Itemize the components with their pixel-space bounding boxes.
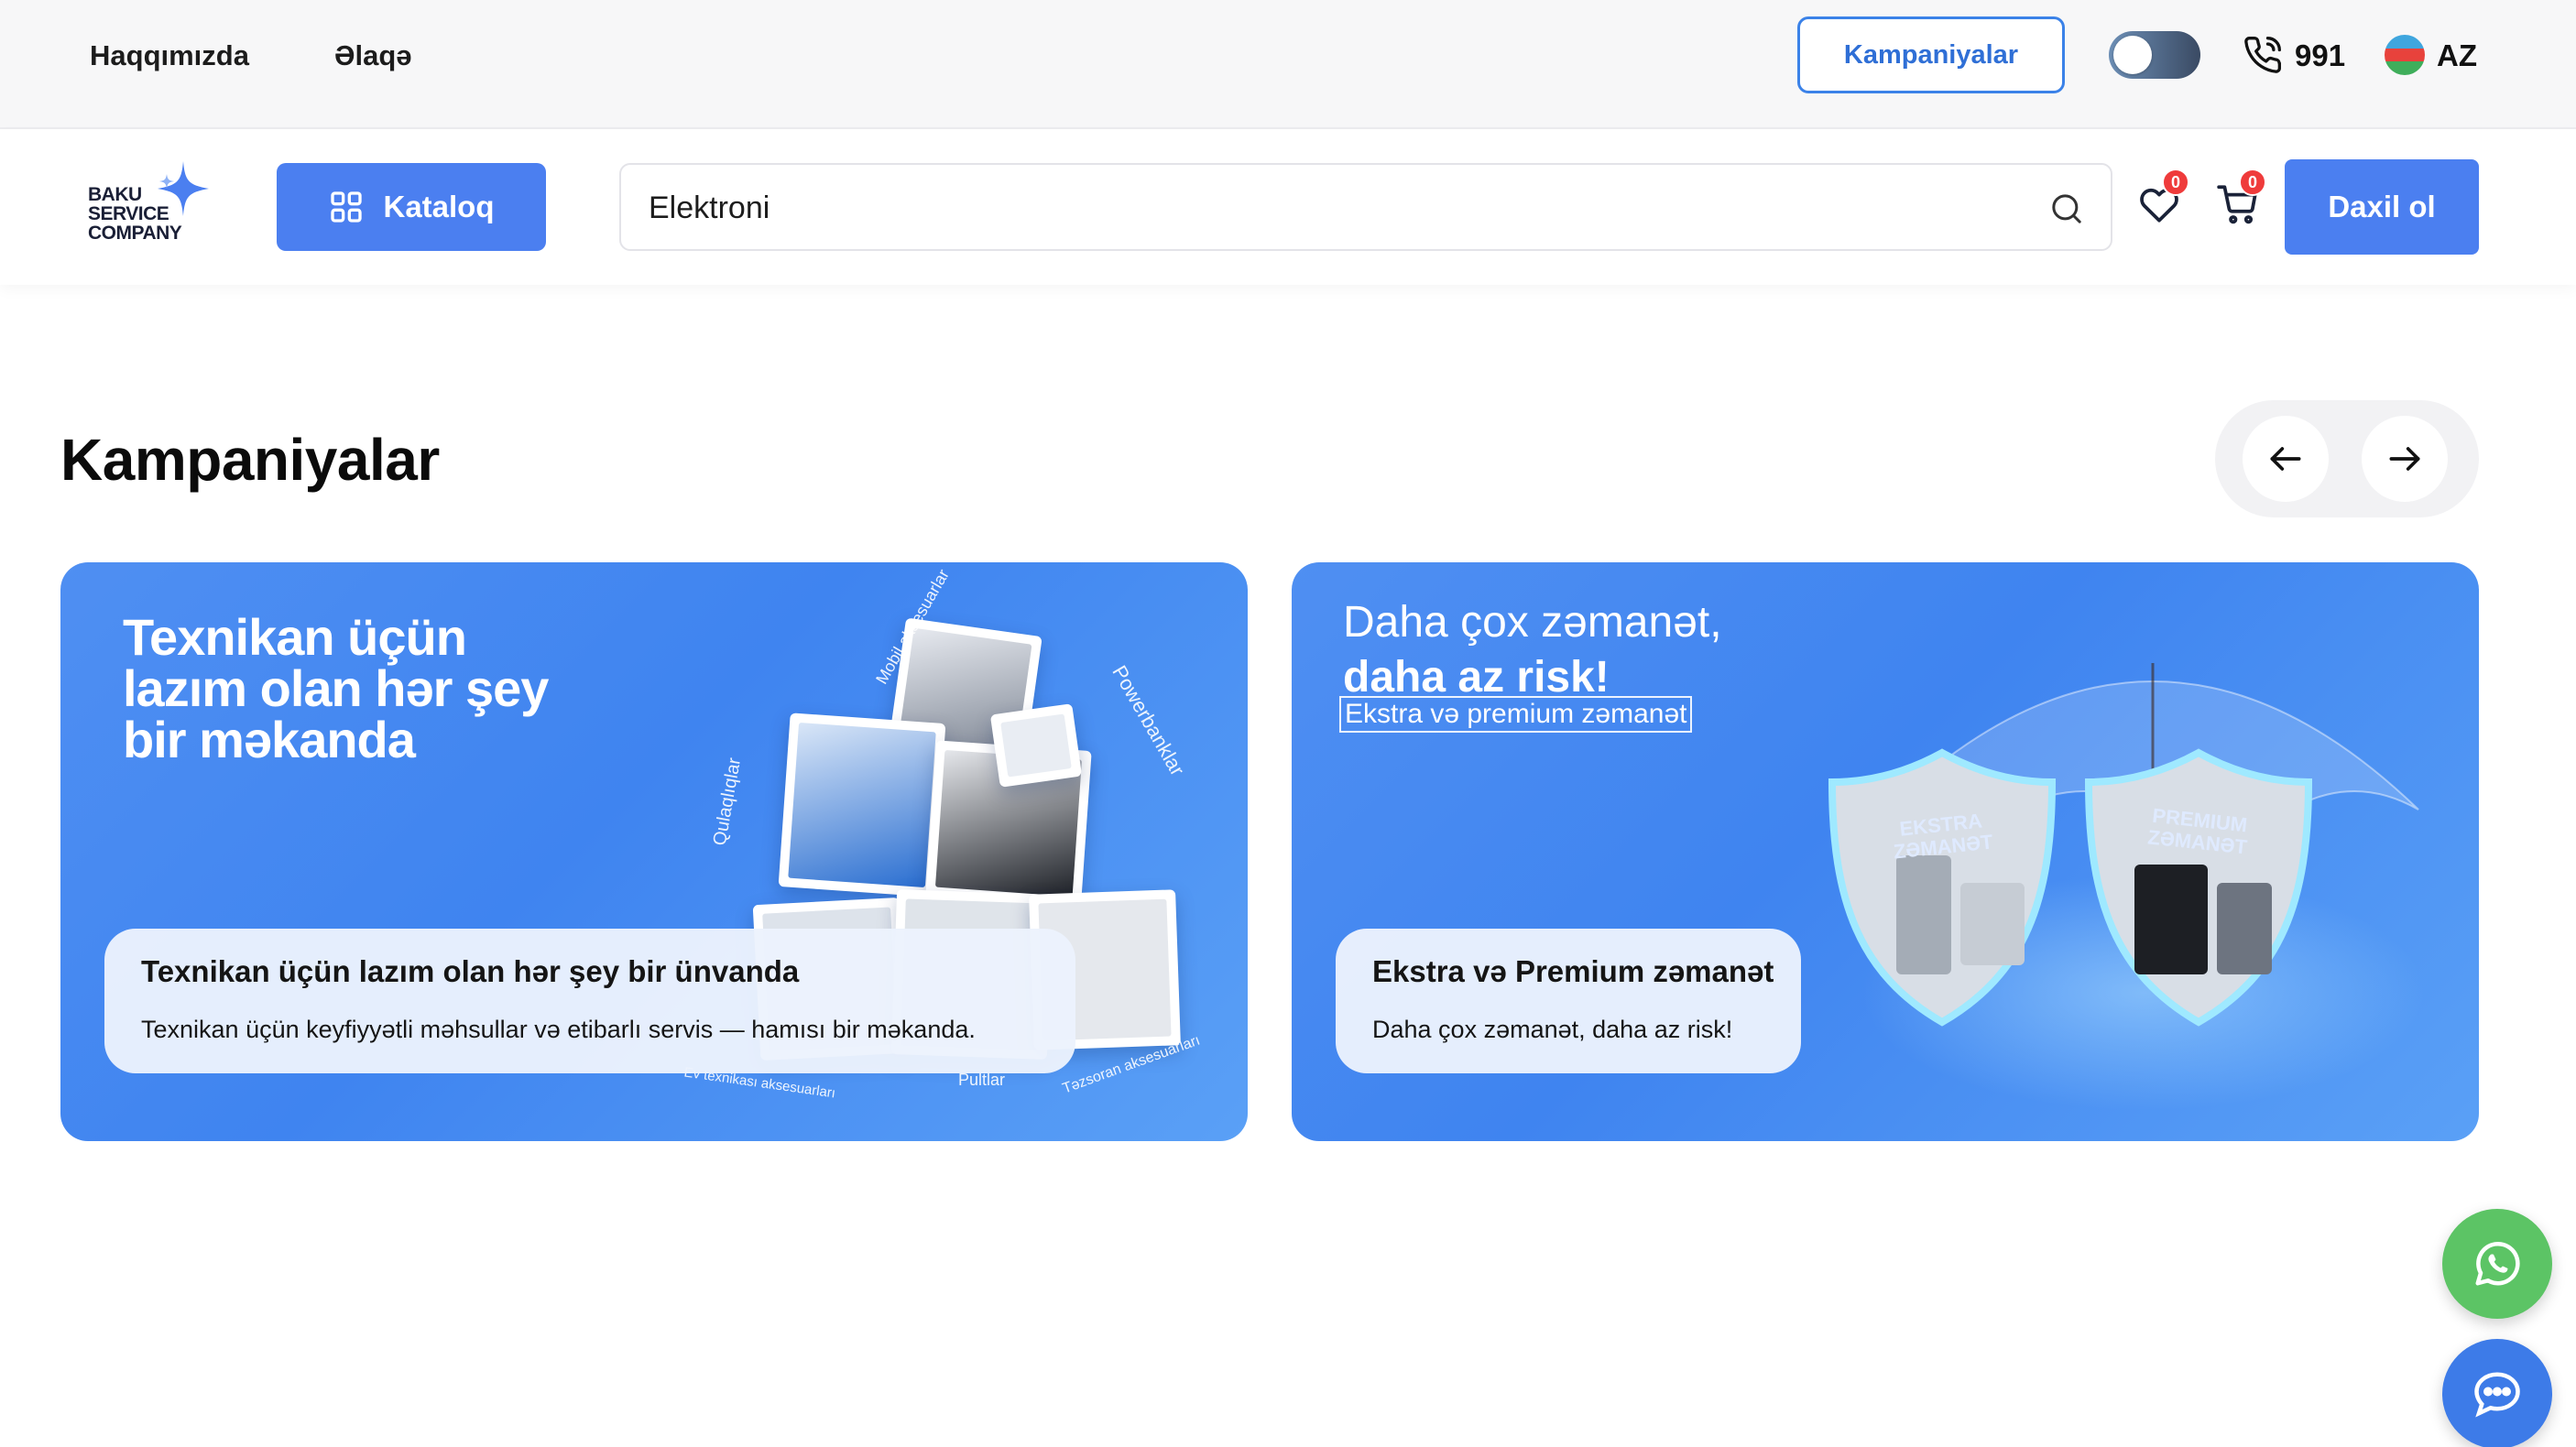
card-heading-line1: Daha çox zəmanət,	[1343, 598, 1722, 647]
arrow-left-icon	[2270, 447, 2301, 471]
toggle-knob	[2113, 36, 2152, 74]
search-input[interactable]	[649, 183, 2004, 233]
logo-star-icon	[158, 161, 209, 216]
caption-text: Texnikan üçün keyfiyyətli məhsullar və e…	[141, 1016, 976, 1043]
favorites-count-badge: 0	[2162, 169, 2189, 196]
warranty-shields-image: EKSTRA ZƏMANƏT PREMIUM ZƏMANƏT	[1805, 599, 2464, 1112]
whatsapp-button[interactable]	[2442, 1209, 2552, 1319]
logo[interactable]: BAKU SERVICE COMPANY	[88, 158, 216, 249]
card-heading: Texnikan üçün lazım olan hər şey bir mək…	[123, 608, 549, 768]
cart-count-badge: 0	[2239, 169, 2266, 196]
carousel-prev-button[interactable]	[2243, 416, 2329, 502]
collage-label: Powerbanklar	[1108, 661, 1190, 780]
caption-title: Ekstra və Premium zəmanət	[1372, 954, 1774, 988]
campaigns-button[interactable]: Kampaniyalar	[1797, 16, 2065, 93]
caption-text: Daha çox zəmanət, daha az risk!	[1372, 1016, 1733, 1043]
top-bar: Haqqımızda Əlaqə Kampaniyalar 991 AZ	[0, 0, 2576, 129]
collage-label: Pultlar	[958, 1071, 1006, 1089]
card-heading-tag: Ekstra və premium zəmanət	[1339, 696, 1693, 733]
shield-icon	[2084, 748, 2313, 1027]
language-selector[interactable]: AZ	[2437, 37, 2477, 75]
phone-icon[interactable]	[2243, 35, 2283, 75]
login-button[interactable]: Daxil ol	[2285, 159, 2479, 255]
catalog-button[interactable]: Kataloq	[277, 163, 546, 251]
grid-icon	[331, 191, 363, 223]
theme-toggle[interactable]	[2109, 31, 2200, 79]
chat-icon	[2474, 1372, 2520, 1418]
card-caption: Ekstra və Premium zəmanət Daha çox zəman…	[1336, 929, 1801, 1073]
flag-az-icon[interactable]	[2385, 35, 2425, 75]
campaign-card-accessories[interactable]: Texnikan üçün lazım olan hər şey bir mək…	[60, 562, 1248, 1141]
favorites-button[interactable]: 0	[2136, 169, 2189, 227]
collage-label: Qulaqlıqlar	[709, 756, 746, 847]
nav-link-about[interactable]: Haqqımızda	[90, 37, 249, 75]
campaign-card-warranty[interactable]: Daha çox zəmanət, daha az risk! Ekstra v…	[1292, 562, 2479, 1141]
search-bar	[619, 163, 2112, 251]
phone-number[interactable]: 991	[2295, 37, 2345, 75]
whatsapp-icon	[2475, 1242, 2520, 1286]
shield-icon	[1828, 748, 2057, 1027]
section-title: Kampaniyalar	[60, 427, 440, 493]
nav-link-contact[interactable]: Əlaqə	[334, 37, 412, 75]
cart-button[interactable]: 0	[2215, 169, 2266, 227]
catalog-button-label: Kataloq	[383, 190, 495, 223]
chat-button[interactable]	[2442, 1339, 2552, 1447]
caption-title: Texnikan üçün lazım olan hər şey bir ünv…	[141, 954, 800, 988]
search-icon[interactable]	[2048, 190, 2085, 227]
card-caption: Texnikan üçün lazım olan hər şey bir ünv…	[104, 929, 1075, 1073]
carousel-nav	[2215, 400, 2479, 517]
carousel-next-button[interactable]	[2362, 416, 2448, 502]
arrow-right-icon	[2389, 447, 2420, 471]
